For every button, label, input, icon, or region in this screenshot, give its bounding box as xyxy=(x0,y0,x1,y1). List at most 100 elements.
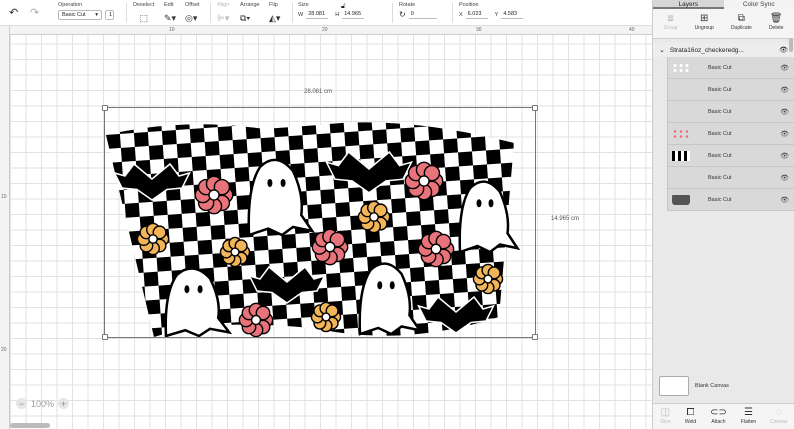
flip-group[interactable]: Flip ◭▾ xyxy=(269,2,280,26)
layer-row[interactable]: Basic Cut 👁︎ xyxy=(667,123,794,145)
layer-row[interactable]: Basic Cut 👁︎ xyxy=(667,167,794,189)
duplicate-label: Duplicate xyxy=(730,25,752,31)
layer-row[interactable]: Basic Cut 👁︎ xyxy=(667,189,794,211)
operation-label: Operation xyxy=(58,2,83,8)
size-h-input[interactable]: 14.965 xyxy=(342,10,365,19)
position-group: Position X 6.023 Y 4.583 xyxy=(459,2,524,19)
layer-thumbnail xyxy=(672,194,690,205)
ruler-top: 10 20 30 40 xyxy=(0,26,652,35)
eye-icon[interactable]: 👁︎ xyxy=(780,86,789,94)
ruler-tick: 40 xyxy=(629,27,635,33)
weld-button[interactable]: ⧠ Weld xyxy=(685,407,696,429)
eye-icon[interactable]: 👁︎ xyxy=(779,46,788,54)
arrange-icon[interactable]: ⧉▾ xyxy=(240,13,250,23)
rotate-input[interactable]: 0 xyxy=(408,10,437,19)
app-window: ↶ ↷ Operation Basic Cut ▾ 1 Deselect ⬚ E… xyxy=(0,0,794,429)
ungroup-icon: ⊞ xyxy=(700,13,709,24)
eye-icon[interactable]: 👁︎ xyxy=(780,130,789,138)
align-label: Align xyxy=(217,2,230,8)
blank-canvas-label: Blank Canvas xyxy=(695,383,729,389)
weld-label: Weld xyxy=(684,419,697,425)
arrange-label: Arrange xyxy=(240,2,260,8)
pen-icon[interactable]: ✎▾ xyxy=(164,13,176,23)
weld-icon: ⧠ xyxy=(686,407,695,418)
flatten-button[interactable]: ☰ Flatten xyxy=(741,407,756,429)
divider xyxy=(392,3,393,23)
blank-canvas-row[interactable]: Blank Canvas xyxy=(659,376,729,396)
lock-icon[interactable]: 🔓︎ xyxy=(341,3,346,11)
pos-x-label: X xyxy=(459,11,463,18)
slice-button[interactable]: ◫ Slice xyxy=(660,407,671,429)
operation-count-value: 1 xyxy=(109,12,113,18)
zoom-out-icon[interactable]: − xyxy=(16,398,27,409)
size-w-input[interactable]: 28.081 xyxy=(306,10,329,19)
layer-group-row[interactable]: ⌄ Strata16oz_checkeredg... 👁︎ xyxy=(653,43,794,57)
panel-scrollbar[interactable] xyxy=(789,38,793,52)
trash-icon: 🗑︎ xyxy=(769,13,783,24)
resize-handle[interactable] xyxy=(532,334,538,340)
layer-thumbnail xyxy=(672,150,690,161)
arrange-group[interactable]: Arrange ⧉▾ xyxy=(240,2,260,26)
group-label: Group xyxy=(663,25,678,31)
ungroup-label: Ungroup xyxy=(694,25,714,31)
zoom-level: 100% xyxy=(31,398,55,409)
pos-y-input[interactable]: 4.583 xyxy=(501,10,524,19)
layer-row[interactable]: Basic Cut 👁︎ xyxy=(667,145,794,167)
flatten-label: Flatten xyxy=(740,419,757,425)
resize-handle[interactable] xyxy=(532,105,538,111)
edit-group[interactable]: Edit ✎▾ xyxy=(164,2,176,26)
redo-icon[interactable]: ↷ xyxy=(30,6,39,19)
eye-icon[interactable]: 👁︎ xyxy=(780,152,789,160)
eye-icon[interactable]: 👁︎ xyxy=(780,64,789,72)
delete-button[interactable]: 🗑︎ Delete xyxy=(769,13,783,38)
layer-thumbnail xyxy=(672,62,690,73)
width-dimension-label: 28.081 cm xyxy=(304,89,333,95)
selection-box[interactable] xyxy=(102,105,538,340)
layer-name: Basic Cut xyxy=(708,152,732,159)
attach-icon: ⊂⊃ xyxy=(710,407,727,418)
eye-icon[interactable]: 👁︎ xyxy=(780,174,789,182)
ruler-tick: 10 xyxy=(1,194,7,200)
attach-button[interactable]: ⊂⊃ Attach xyxy=(710,407,727,429)
eye-icon[interactable]: 👁︎ xyxy=(780,196,789,204)
ruler-tick: 10 xyxy=(169,27,175,33)
layer-row[interactable]: Basic Cut 👁︎ xyxy=(667,101,794,123)
divider xyxy=(452,3,453,23)
layer-row[interactable]: Basic Cut 👁︎ xyxy=(667,57,794,79)
layer-thumbnail xyxy=(672,128,690,139)
operation-value: Basic Cut xyxy=(62,12,86,18)
resize-handle[interactable] xyxy=(102,334,108,340)
tab-layers[interactable]: Layers xyxy=(653,0,724,9)
design-canvas[interactable]: 10 20 30 40 10 20 28.081 cm 14.965 cm − … xyxy=(0,26,652,429)
flip-icon[interactable]: ◭▾ xyxy=(269,13,280,23)
tab-color-sync[interactable]: Color Sync xyxy=(724,0,794,9)
blank-canvas-thumbnail xyxy=(659,376,689,396)
group-button[interactable]: ⧈ Group xyxy=(664,13,678,38)
deselect-group[interactable]: Deselect ⬚ xyxy=(133,2,154,26)
horizontal-scrollbar[interactable] xyxy=(10,423,50,428)
align-icon[interactable]: ⊫▾ xyxy=(217,13,229,23)
zoom-in-icon[interactable]: + xyxy=(58,398,70,409)
align-group[interactable]: Align ⊫▾ xyxy=(217,2,229,26)
undo-icon[interactable]: ↶ xyxy=(9,6,18,19)
deselect-icon[interactable]: ⬚ xyxy=(139,13,148,23)
edit-label: Edit xyxy=(164,2,174,8)
chevron-down-icon[interactable]: ⌄ xyxy=(659,46,665,54)
eye-icon[interactable]: 👁︎ xyxy=(780,108,789,116)
contour-button[interactable]: ◌ Contour xyxy=(770,407,788,429)
duplicate-button[interactable]: ⧉ Duplicate xyxy=(731,13,752,38)
group-name: Strata16oz_checkeredg... xyxy=(669,46,744,54)
layer-name: Basic Cut xyxy=(708,196,732,203)
resize-handle[interactable] xyxy=(102,105,108,111)
offset-group[interactable]: Offset ◎▾ xyxy=(185,2,200,26)
layer-row[interactable]: Basic Cut 👁︎ xyxy=(667,79,794,101)
operation-count[interactable]: 1 xyxy=(105,10,114,20)
operation-select[interactable]: Basic Cut ▾ xyxy=(58,10,102,20)
ungroup-button[interactable]: ⊞ Ungroup xyxy=(695,13,714,38)
divider xyxy=(210,3,211,23)
layer-thumbnail xyxy=(672,85,690,95)
bottom-tools: ◫ Slice ⧠ Weld ⊂⊃ Attach ☰ Flatten ◌ Con… xyxy=(653,403,794,429)
pos-x-input[interactable]: 6.023 xyxy=(465,10,488,19)
deselect-label: Deselect xyxy=(133,2,155,8)
offset-icon[interactable]: ◎▾ xyxy=(185,13,197,23)
